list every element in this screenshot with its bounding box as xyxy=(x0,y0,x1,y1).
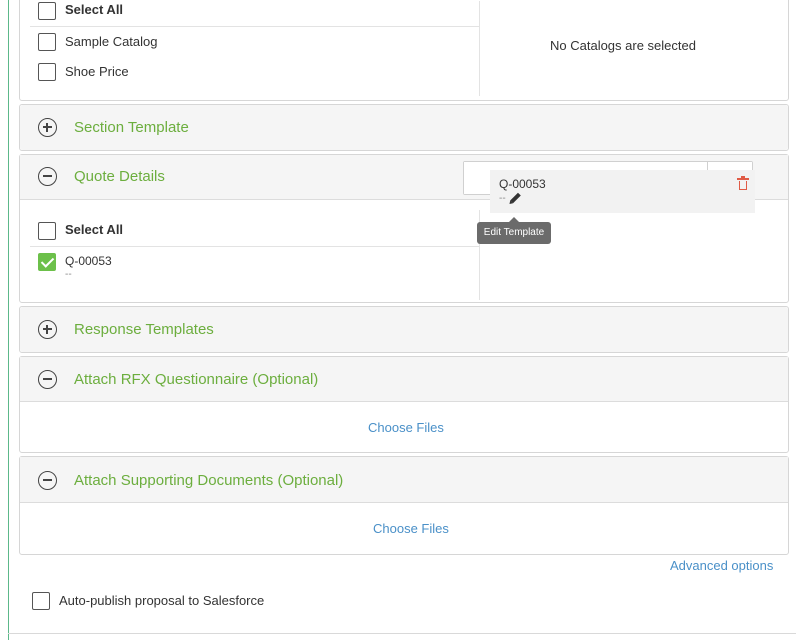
section-template-header[interactable]: Section Template xyxy=(20,105,788,150)
catalog-item-label: Sample Catalog xyxy=(65,34,158,49)
catalog-item-label: Shoe Price xyxy=(65,64,129,79)
auto-publish-label: Auto-publish proposal to Salesforce xyxy=(59,593,265,608)
quote-select-all-checkbox[interactable] xyxy=(38,222,56,240)
pencil-icon[interactable] xyxy=(510,192,521,204)
quote-select-all-label: Select All xyxy=(65,222,124,237)
catalog-column-divider xyxy=(479,1,480,96)
section-template-panel: Section Template xyxy=(19,104,789,151)
catalog-select-all-checkbox[interactable] xyxy=(38,2,56,20)
response-templates-panel: Response Templates xyxy=(19,306,789,353)
plus-circle-icon[interactable] xyxy=(38,118,57,137)
catalog-divider xyxy=(30,26,480,27)
quote-details-panel: Quote Details Select All Q-00053 -- Q-00… xyxy=(19,154,789,303)
supporting-documents-title: Attach Supporting Documents (Optional) xyxy=(74,472,344,489)
catalog-item-checkbox[interactable] xyxy=(38,63,56,81)
edit-template-tooltip: Edit Template xyxy=(477,217,551,244)
left-border-line xyxy=(8,0,9,640)
quote-item-label: Q-00053 xyxy=(65,254,112,268)
rfx-questionnaire-panel: Attach RFX Questionnaire (Optional) Choo… xyxy=(19,356,789,453)
quote-divider xyxy=(30,246,480,247)
trash-icon[interactable] xyxy=(737,176,749,190)
minus-circle-icon[interactable] xyxy=(38,370,57,389)
selected-quote-label: Q-00053 xyxy=(499,177,546,191)
quote-item-sublabel: -- xyxy=(65,269,72,280)
rfx-questionnaire-title: Attach RFX Questionnaire (Optional) xyxy=(74,371,319,388)
response-templates-header[interactable]: Response Templates xyxy=(20,307,788,352)
section-template-title: Section Template xyxy=(74,119,189,136)
supporting-choose-files-button[interactable]: Choose Files xyxy=(373,521,449,536)
catalog-select-all-label: Select All xyxy=(65,2,124,17)
selected-quote-sublabel: -- xyxy=(499,193,506,204)
minus-circle-icon[interactable] xyxy=(38,167,57,186)
supporting-documents-header[interactable]: Attach Supporting Documents (Optional) xyxy=(20,457,788,503)
minus-circle-icon[interactable] xyxy=(38,471,57,490)
response-templates-title: Response Templates xyxy=(74,321,214,338)
rfx-choose-files-button[interactable]: Choose Files xyxy=(368,420,444,435)
quote-details-title: Quote Details xyxy=(74,168,165,185)
bottom-divider xyxy=(8,633,796,634)
auto-publish-checkbox[interactable] xyxy=(32,592,50,610)
supporting-documents-panel: Attach Supporting Documents (Optional) C… xyxy=(19,456,789,555)
quote-item-checkbox[interactable] xyxy=(38,253,56,271)
rfx-questionnaire-header[interactable]: Attach RFX Questionnaire (Optional) xyxy=(20,357,788,402)
catalog-empty-message: No Catalogs are selected xyxy=(550,38,696,53)
plus-circle-icon[interactable] xyxy=(38,320,57,339)
selected-quote-card: Q-00053 -- xyxy=(490,170,755,213)
catalog-item-checkbox[interactable] xyxy=(38,33,56,51)
catalog-panel: Select All Sample Catalog Shoe Price No … xyxy=(19,0,789,101)
advanced-options-link[interactable]: Advanced options xyxy=(670,558,773,573)
